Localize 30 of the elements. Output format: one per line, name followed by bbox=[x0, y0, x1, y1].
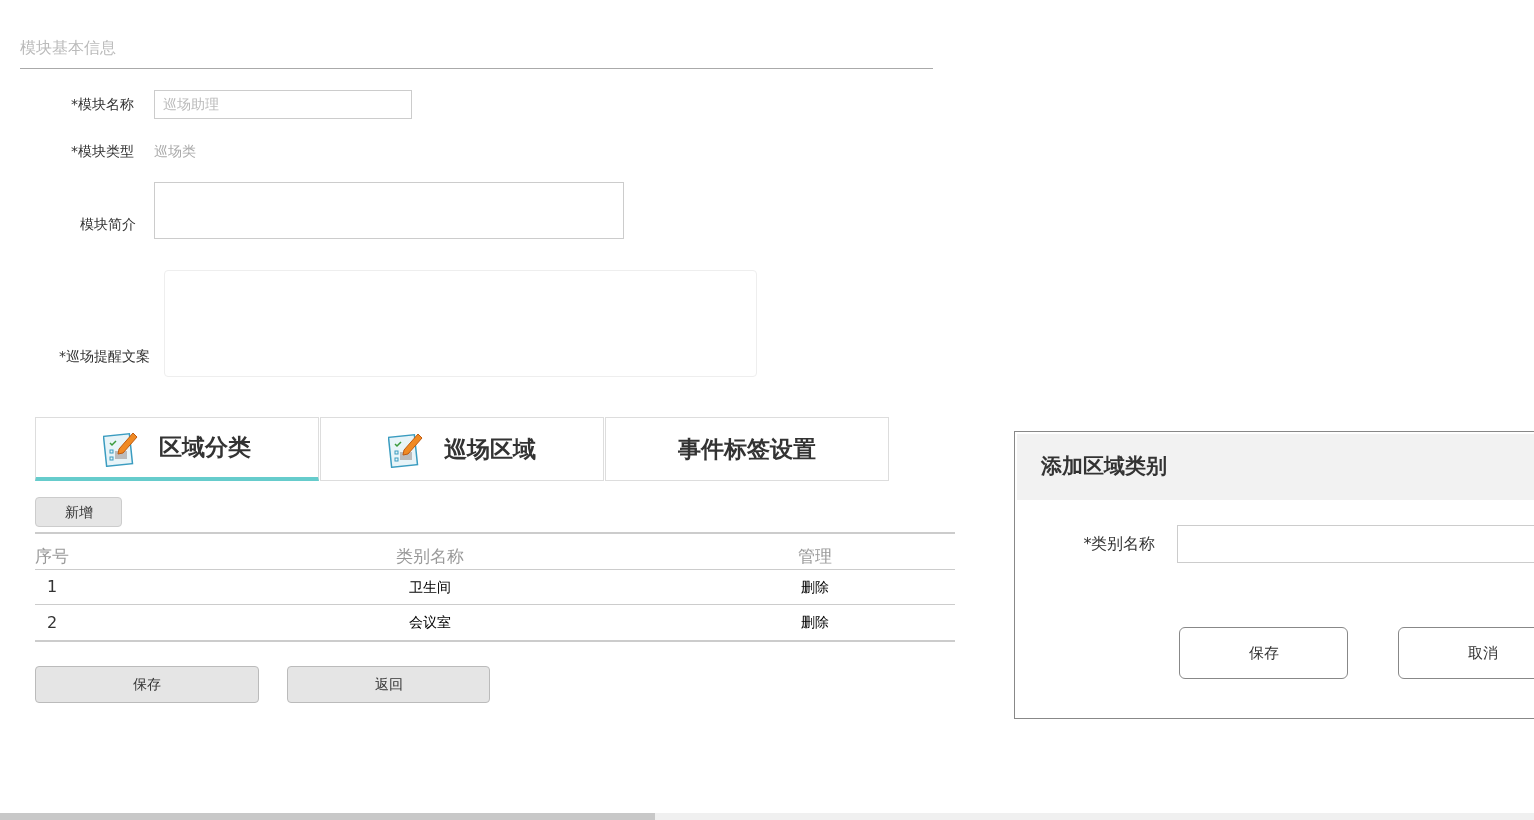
table-cell-text: 会议室 bbox=[408, 613, 452, 632]
add-button[interactable]: 新增 bbox=[35, 497, 122, 527]
field-label: *模块类型 bbox=[70, 141, 135, 161]
column-header: 类别名称 bbox=[395, 544, 465, 568]
scrollbar-thumb[interactable] bbox=[0, 813, 655, 820]
field-label: *类别名称 bbox=[1082, 533, 1156, 555]
text-area[interactable] bbox=[154, 182, 624, 239]
section-title: 模块基本信息 bbox=[20, 38, 116, 57]
input-field[interactable] bbox=[1177, 525, 1534, 563]
save-button[interactable]: 保存 bbox=[35, 666, 259, 703]
dialog-title: 添加区域类别 bbox=[1041, 453, 1167, 481]
field-label: 模块简介 bbox=[79, 215, 137, 234]
field-label: *模块名称 bbox=[70, 94, 135, 114]
field-label: *巡场提醒文案 bbox=[58, 347, 150, 366]
table-cell-text: 卫生间 bbox=[408, 577, 452, 597]
table-cell-text: 1 bbox=[46, 576, 59, 598]
tab[interactable]: 区域分类 bbox=[35, 417, 319, 481]
cancel-button[interactable]: 取消 bbox=[1398, 627, 1534, 679]
input-field[interactable]: 巡场助理 bbox=[154, 89, 412, 119]
delete-link[interactable]: 删除 bbox=[675, 612, 955, 633]
column-header: 管理 bbox=[797, 544, 833, 568]
delete-link[interactable]: 删除 bbox=[675, 576, 955, 598]
horizontal-scrollbar[interactable] bbox=[0, 813, 1534, 820]
column-header: 序号 bbox=[35, 544, 70, 568]
table-cell-text: 2 bbox=[46, 611, 59, 634]
tab[interactable]: 巡场区域 bbox=[320, 417, 604, 481]
tab[interactable]: 事件标签设置 bbox=[605, 417, 889, 481]
save-button[interactable]: 保存 bbox=[1179, 627, 1348, 679]
back-button[interactable]: 返回 bbox=[287, 666, 490, 703]
field-value: 巡场类 bbox=[154, 141, 196, 161]
